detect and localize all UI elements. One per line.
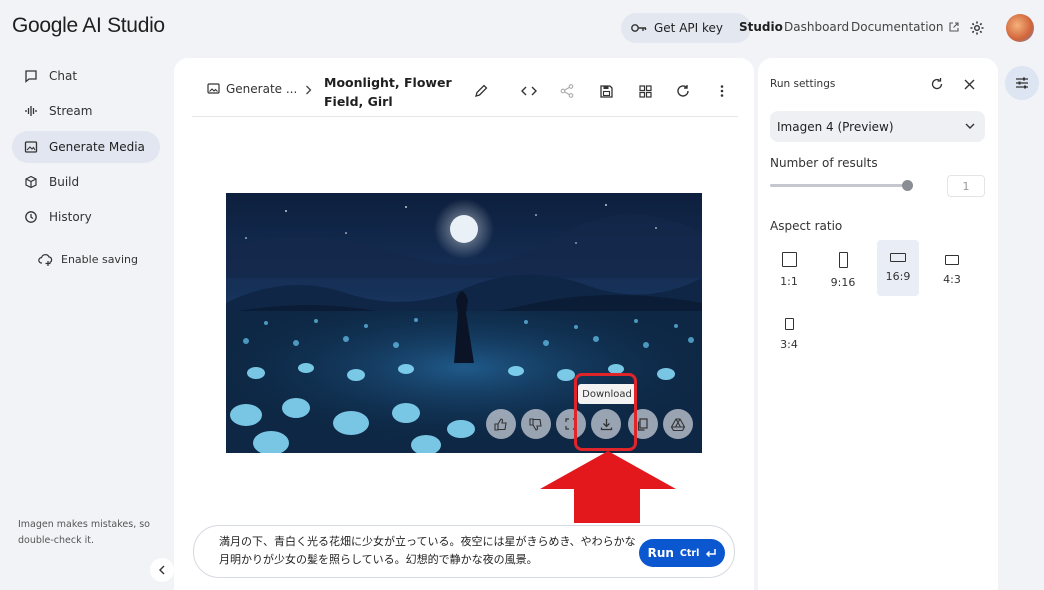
- thumbs-up-icon[interactable]: [486, 409, 516, 439]
- prompt-input[interactable]: 満月の下、青白く光る花畑に少女が立っている。夜空には星がきらめき、やわらかな月明…: [219, 533, 639, 569]
- nav-dashboard[interactable]: Dashboard: [784, 20, 849, 34]
- save-icon[interactable]: [594, 79, 618, 103]
- enable-saving-label: Enable saving: [61, 253, 138, 266]
- sidebar-item-label: Generate Media: [49, 140, 145, 154]
- cloud-add-icon: [38, 253, 53, 266]
- image-icon: [24, 140, 38, 154]
- sidebar-item-label: Chat: [49, 69, 78, 83]
- sidebar-item-history[interactable]: History: [12, 201, 160, 233]
- api-key-label: Get API key: [654, 21, 724, 35]
- results-number-input[interactable]: 1: [947, 175, 985, 197]
- reset-settings-icon[interactable]: [925, 72, 949, 96]
- more-vert-icon[interactable]: [710, 79, 734, 103]
- square-icon: [781, 252, 797, 267]
- build-icon: [24, 175, 38, 189]
- results-slider-handle[interactable]: [902, 180, 913, 191]
- portrait-rect-icon: [838, 251, 848, 268]
- sidebar-item-build[interactable]: Build: [12, 166, 160, 198]
- settings-gear-icon[interactable]: [965, 16, 989, 40]
- breadcrumb[interactable]: Generate ...: [207, 82, 297, 96]
- aspect-option-label: 3:4: [780, 337, 798, 351]
- aspect-option-3-4[interactable]: 3:4: [768, 306, 810, 362]
- sidebar-item-label: Stream: [49, 104, 93, 118]
- landscape-rect-icon: [945, 254, 959, 265]
- waveform-icon: [24, 104, 38, 118]
- aspect-option-9-16[interactable]: 9:16: [822, 242, 864, 298]
- breadcrumb-label: Generate ...: [226, 82, 298, 96]
- run-label: Run: [647, 546, 674, 560]
- chat-icon: [24, 69, 38, 83]
- edit-pencil-icon[interactable]: [469, 79, 493, 103]
- close-icon[interactable]: [957, 72, 981, 96]
- aspect-option-label: 9:16: [830, 275, 856, 289]
- collapse-sidebar-button[interactable]: [150, 558, 174, 582]
- history-icon: [24, 210, 38, 224]
- chevron-down-icon: [965, 123, 975, 130]
- run-shortcut: Ctrl: [679, 547, 700, 559]
- key-icon: [631, 23, 647, 33]
- drive-icon[interactable]: [663, 409, 693, 439]
- red-arrow-annotation: [540, 451, 676, 523]
- app-logo[interactable]: Google AI Studio: [12, 14, 165, 38]
- share-icon[interactable]: [555, 79, 579, 103]
- nav-studio[interactable]: Studio: [739, 20, 783, 34]
- aspect-option-label: 1:1: [780, 275, 798, 288]
- get-api-key-button[interactable]: Get API key: [621, 13, 751, 43]
- refresh-icon[interactable]: [671, 79, 695, 103]
- image-icon: [207, 83, 220, 95]
- sidebar-item-label: Build: [49, 175, 80, 189]
- nav-documentation[interactable]: Documentation: [851, 20, 959, 34]
- model-select-value: Imagen 4 (Preview): [777, 119, 894, 134]
- aspect-option-label: 4:3: [943, 272, 961, 286]
- run-settings-title: Run settings: [770, 78, 836, 90]
- tune-icon: [1015, 77, 1029, 89]
- landscape-rect-icon: [890, 253, 906, 262]
- sidebar-item-chat[interactable]: Chat: [12, 60, 160, 92]
- sidebar-item-stream[interactable]: Stream: [12, 95, 160, 127]
- thumbs-down-icon[interactable]: [521, 409, 551, 439]
- aspect-option-16-9[interactable]: 16:9: [877, 240, 919, 296]
- enable-saving-button[interactable]: Enable saving: [38, 253, 138, 266]
- tune-settings-button[interactable]: [1005, 66, 1039, 100]
- run-button[interactable]: Run Ctrl: [639, 539, 725, 567]
- results-slider[interactable]: [770, 184, 907, 187]
- sidebar-item-label: History: [49, 210, 92, 224]
- header-divider: [192, 116, 738, 117]
- chevron-left-icon: [158, 565, 166, 575]
- aspect-option-1-1[interactable]: 1:1: [768, 242, 810, 298]
- external-link-icon: [948, 22, 959, 32]
- aspect-option-4-3[interactable]: 4:3: [931, 242, 973, 298]
- chevron-right-icon: [305, 85, 312, 95]
- enter-key-icon: [705, 548, 717, 558]
- sidebar-item-generate-media[interactable]: Generate Media: [12, 131, 160, 163]
- user-avatar[interactable]: [1006, 14, 1034, 42]
- page-title: Moonlight, Flower Field, Girl: [324, 75, 452, 109]
- compare-grid-icon[interactable]: [633, 79, 657, 103]
- disclaimer-text: Imagen makes mistakes, so double-check i…: [18, 519, 150, 546]
- code-icon[interactable]: [517, 79, 541, 103]
- portrait-rect-icon: [784, 317, 794, 330]
- highlight-box: [574, 373, 637, 451]
- aspect-ratio-label: Aspect ratio: [770, 219, 843, 233]
- nav-documentation-label: Documentation: [851, 20, 944, 34]
- model-select[interactable]: Imagen 4 (Preview): [770, 111, 985, 142]
- results-label: Number of results: [770, 156, 878, 170]
- aspect-option-label: 16:9: [885, 270, 911, 283]
